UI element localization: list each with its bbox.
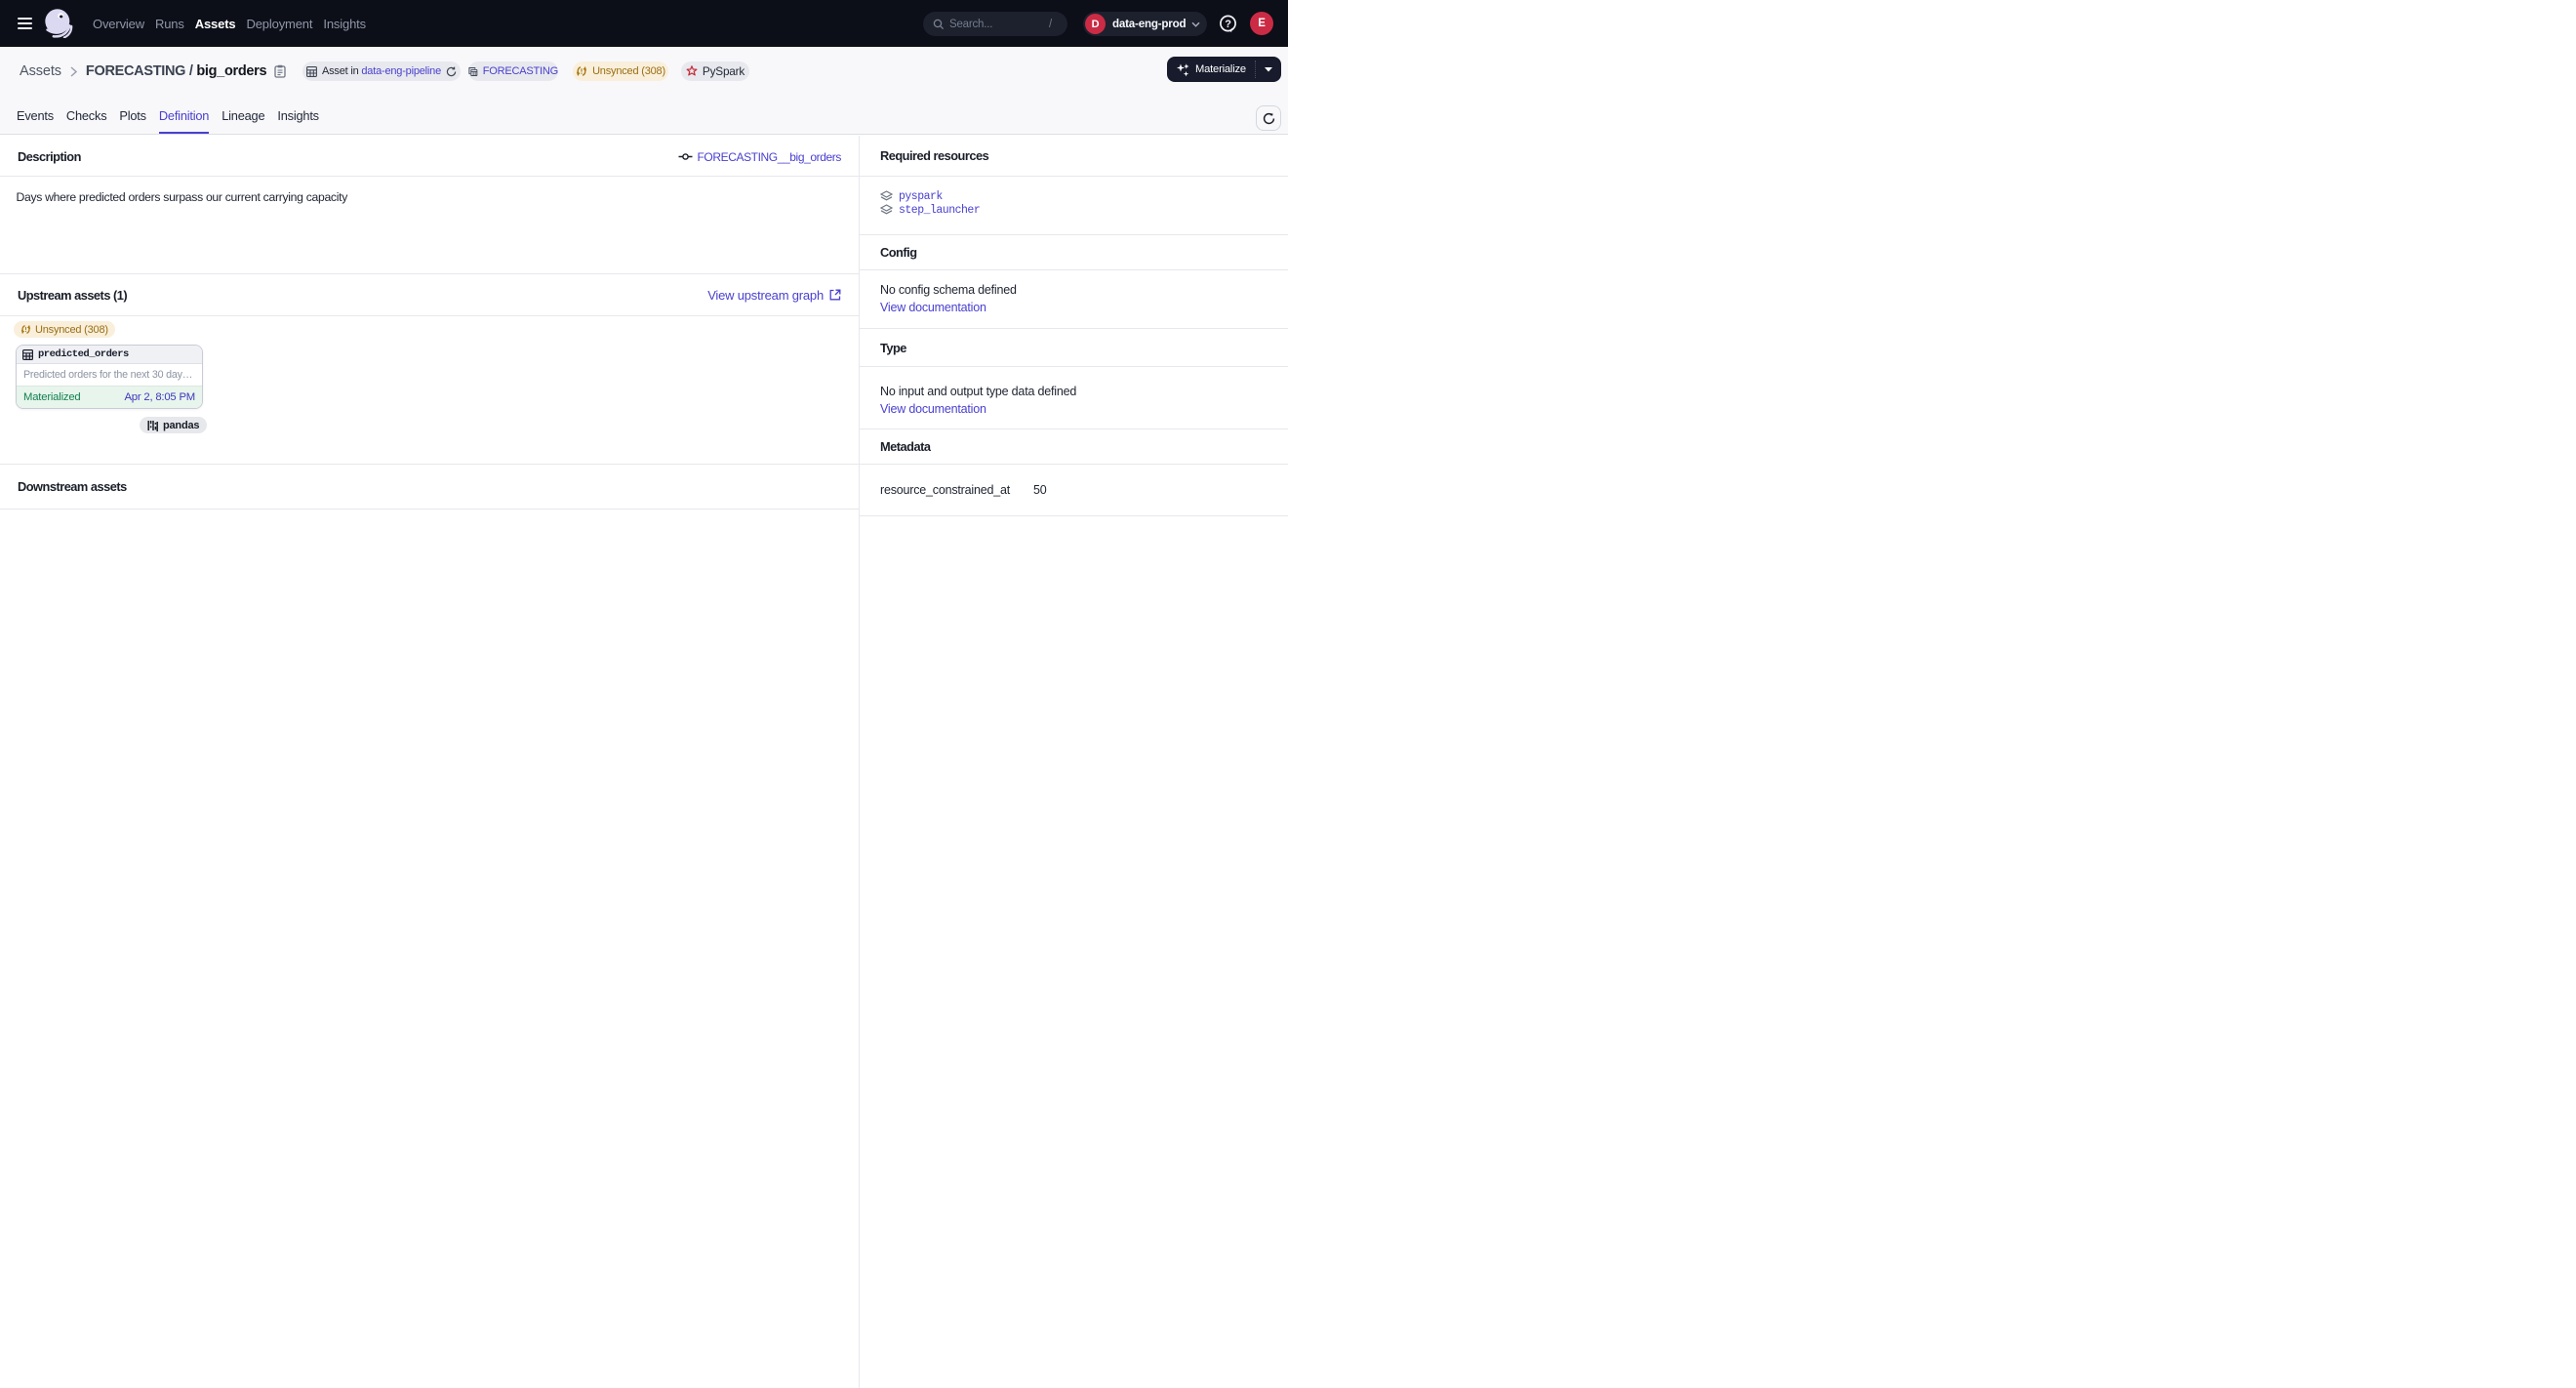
svg-text:?: ?: [1225, 19, 1231, 30]
